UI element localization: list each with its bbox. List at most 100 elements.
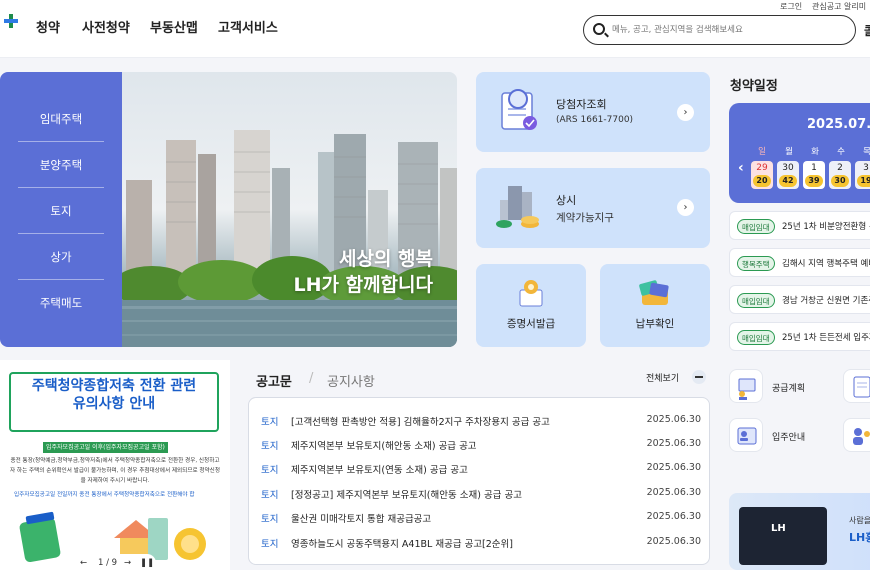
wallet-card-icon <box>639 280 669 305</box>
notice-title[interactable]: [고객선택형 판촉방안 적용] 김해율하2지구 주차장용지 공급 공고 <box>291 414 550 428</box>
utility-bar: 로그인 관심공고 알리미 <box>0 0 870 14</box>
notice-title[interactable]: 제주지역본부 보유토지(연동 소재) 공급 공고 <box>291 462 468 476</box>
document-check-icon[interactable] <box>843 369 870 403</box>
chevron-right-icon[interactable]: › <box>677 199 694 216</box>
notice-category: 토지 <box>261 514 279 525</box>
schedule-item-text: 25년 1차 든든전세 입주자 <box>782 333 870 343</box>
search-box[interactable] <box>583 15 856 45</box>
promo-note: 입주자모집공고일 전일까지 종전 통장에서 주택청약종합저축으로 전환해야 합 <box>14 492 195 498</box>
notice-category: 토지 <box>261 465 279 476</box>
schedule-list-item[interactable]: 매입임대 경남 거창군 신원면 기존주 <box>729 285 870 314</box>
login-link[interactable]: 로그인 <box>780 1 802 12</box>
payment-check-card[interactable]: 납부확인 <box>600 264 710 347</box>
id-card-person-icon <box>737 427 757 445</box>
lh-promo-banner[interactable]: LH 사람을 LH홍 <box>729 493 870 570</box>
notice-date: 2025.06.30 <box>646 487 701 498</box>
calendar-day-number: 30 <box>782 163 794 173</box>
lh-banner-text2: LH홍 <box>849 531 870 544</box>
schedule-badge: 매입임대 <box>737 330 775 345</box>
people-glyph <box>853 428 870 445</box>
hero-menu-rental-housing[interactable]: 임대주택 <box>18 96 104 142</box>
schedule-item-text: 경남 거창군 신원면 기존주 <box>782 296 870 306</box>
promo-banner[interactable]: 주택청약종합저축 전환 관련 유의사항 안내 입주자모집공고일 이후(입주자모집… <box>0 360 230 570</box>
view-all-icon[interactable] <box>692 370 706 384</box>
promo-title-line2: 유의사항 안내 <box>72 396 156 412</box>
notice-title[interactable]: [정정공고] 제주지역본부 보유토지(해안동 소재) 공급 공고 <box>291 487 522 501</box>
promo-body-text: 종전 통장(청약예금,청약부금,청약저축)에서 주택청약종합저축으로 전환한 경… <box>10 458 220 484</box>
chevron-right-icon[interactable]: › <box>677 104 694 121</box>
schedule-item-text: 김해시 지역 행복주택 예비 <box>782 259 870 269</box>
notice-row[interactable]: 토지 제주지역본부 보유토지(해안동 소재) 공급 공고 2025.06.30 <box>261 438 701 454</box>
notice-title[interactable]: 영종하늘도시 공동주택용지 A41BL 재공급 공고[2순위] <box>291 536 513 550</box>
alert-link[interactable]: 관심공고 알리미 <box>812 1 866 12</box>
arrow-left-icon[interactable]: ← <box>80 558 87 568</box>
hero-slogan: 세상의 행복 LH가 함께합니다 <box>293 246 433 298</box>
notice-category: 토지 <box>261 539 279 550</box>
calendar-day-number: 2 <box>837 163 843 173</box>
nav-item-pre-subscription[interactable]: 사전청약 <box>82 17 130 36</box>
arrow-right-icon[interactable]: → <box>124 558 131 568</box>
lh-logo-text: LH <box>771 523 786 534</box>
calendar-day-selected[interactable]: 1 39 <box>803 161 825 189</box>
search-icon[interactable] <box>593 23 605 35</box>
hero-menu-commercial[interactable]: 상가 <box>18 234 104 280</box>
calendar-day[interactable]: 30 42 <box>777 161 799 189</box>
notice-row[interactable]: 토지 울산권 미매각토지 통합 재공급공고 2025.06.30 <box>261 511 701 527</box>
permanent-contract-card[interactable]: 상시 계약가능지구 › <box>476 168 710 248</box>
hero-menu-sale-housing[interactable]: 분양주택 <box>18 142 104 188</box>
hero-banner-image[interactable]: 세상의 행복 LH가 함께합니다 <box>122 72 457 347</box>
certificate-card[interactable]: 증명서발급 <box>476 264 586 347</box>
tab-separator: / <box>309 371 314 386</box>
nav-item-realestate-map[interactable]: 부동산맵 <box>150 17 198 36</box>
calendar-day-count: 20 <box>753 175 771 187</box>
hero-menu-house-sale[interactable]: 주택매도 <box>18 280 104 326</box>
supply-plan-icon[interactable] <box>729 369 763 403</box>
notice-title[interactable]: 제주지역본부 보유토지(해안동 소재) 공급 공고 <box>291 438 477 452</box>
supply-plan-label[interactable]: 공급계획 <box>772 381 805 394</box>
view-all-link[interactable]: 전체보기 <box>646 371 679 384</box>
schedule-list-item[interactable]: 매입임대 25년 1차 든든전세 입주자 <box>729 322 870 351</box>
hero-menu-land[interactable]: 토지 <box>18 188 104 234</box>
notice-category: 토지 <box>261 490 279 501</box>
calendar-day-number: 1 <box>811 163 817 173</box>
schedule-list-item[interactable]: 매입임대 25년 1차 비분양전환형 든든 <box>729 211 870 240</box>
notice-list: 토지 [고객선택형 판촉방안 적용] 김해율하2지구 주차장용지 공급 공고 2… <box>248 397 710 565</box>
winner-lookup-card[interactable]: 당첨자조회 (ARS 1661-7700) › <box>476 72 710 152</box>
notice-title[interactable]: 울산권 미매각토지 통합 재공급공고 <box>291 511 431 525</box>
pager-count: 1 / 9 <box>98 558 118 568</box>
permanent-contract-sub: 계약가능지구 <box>556 212 614 224</box>
lh-banner-text1: 사람을 <box>849 516 870 525</box>
building-coins-icon <box>496 186 539 228</box>
promo-tag: 입주자모집공고일 이후(입주자모집공고일 포함) <box>43 442 168 453</box>
calendar-day-count: 42 <box>779 175 797 187</box>
winner-lookup-ars: (ARS 1661-7700) <box>556 115 634 125</box>
tab-notices[interactable]: 공지사항 <box>327 371 375 390</box>
notice-row[interactable]: 토지 제주지역본부 보유토지(연동 소재) 공급 공고 2025.06.30 <box>261 462 701 478</box>
promo-title-box: 주택청약종합저축 전환 관련 유의사항 안내 <box>9 372 219 432</box>
video-screen-thumbnail <box>739 507 827 565</box>
move-in-guide-icon[interactable] <box>729 418 763 452</box>
notice-row[interactable]: 토지 [정정공고] 제주지역본부 보유토지(해안동 소재) 공급 공고 2025… <box>261 487 701 503</box>
search-input[interactable] <box>612 22 842 38</box>
people-icon[interactable] <box>843 418 870 452</box>
notice-row[interactable]: 토지 [고객선택형 판촉방안 적용] 김해율하2지구 주차장용지 공급 공고 2… <box>261 414 701 430</box>
notice-date: 2025.06.30 <box>646 438 701 449</box>
calendar-day[interactable]: 29 20 <box>751 161 773 189</box>
schedule-list-item[interactable]: 행복주택 김해시 지역 행복주택 예비 <box>729 248 870 277</box>
move-in-guide-label[interactable]: 입주안내 <box>772 430 805 443</box>
schedule-title: 청약일정 <box>730 79 778 94</box>
calendar-day[interactable]: 2 30 <box>829 161 851 189</box>
calendar-day[interactable]: 3 19 <box>855 161 870 189</box>
pause-icon[interactable]: ❚❚ <box>140 558 154 568</box>
notice-row[interactable]: 토지 영종하늘도시 공동주택용지 A41BL 재공급 공고[2순위] 2025.… <box>261 536 701 552</box>
nav-item-customer-service[interactable]: 고객서비스 <box>218 17 278 36</box>
lh-logo-icon[interactable] <box>4 14 18 28</box>
calendar-day-count: 19 <box>857 175 870 187</box>
hero-category-menu: 임대주택 분양주택 토지 상가 주택매도 <box>0 72 122 347</box>
tab-announcements[interactable]: 공고문 <box>256 371 292 390</box>
schedule-badge: 매입임대 <box>737 293 775 308</box>
chevron-left-icon[interactable]: ‹ <box>738 160 744 176</box>
calendar-day-count: 39 <box>805 175 823 187</box>
weekday-label: 수 <box>837 147 845 157</box>
nav-item-subscription[interactable]: 청약 <box>36 17 60 36</box>
